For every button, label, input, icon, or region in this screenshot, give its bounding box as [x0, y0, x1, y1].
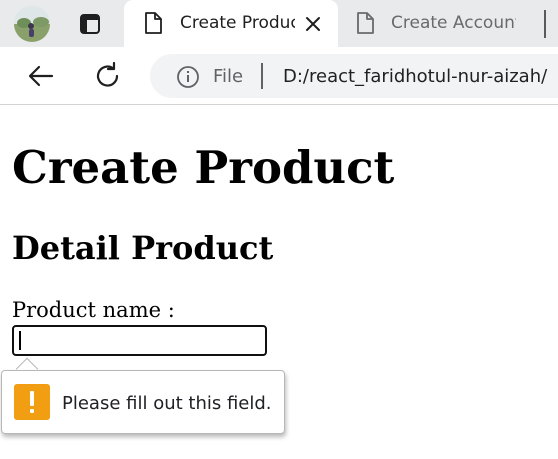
tab-create-product[interactable]: Create Product	[124, 0, 338, 47]
document-icon	[354, 11, 376, 35]
close-icon[interactable]	[302, 13, 324, 35]
tab-strip: Create Product Create Account	[0, 0, 558, 47]
info-icon[interactable]	[176, 65, 200, 89]
reload-icon	[96, 61, 119, 87]
profile-avatar[interactable]	[14, 6, 50, 42]
product-name-input[interactable]	[12, 325, 267, 356]
validation-message: Please fill out this field.	[62, 393, 272, 414]
tab-actions-icon[interactable]	[78, 12, 102, 36]
page-title: Create Product	[12, 141, 395, 194]
tab-title: Create Account	[391, 13, 516, 33]
back-arrow-icon	[28, 65, 54, 87]
back-button[interactable]	[26, 61, 56, 91]
security-label: File	[213, 66, 244, 87]
product-name-label: Product name :	[12, 298, 175, 322]
validation-tooltip: Please fill out this field.	[1, 370, 285, 434]
tab-title: Create Product	[180, 13, 295, 33]
section-title: Detail Product	[12, 229, 274, 267]
url-text[interactable]: D:/react_faridhotul-nur-aizah/	[283, 66, 547, 87]
reload-button[interactable]	[92, 60, 124, 92]
warning-icon	[14, 384, 50, 420]
tab-divider	[544, 10, 546, 38]
separator	[261, 63, 263, 89]
avatar-image	[14, 6, 50, 42]
address-bar[interactable]: File D:/react_faridhotul-nur-aizah/	[150, 54, 558, 98]
browser-toolbar: File D:/react_faridhotul-nur-aizah/	[0, 47, 558, 105]
document-icon	[142, 11, 164, 35]
tab-create-account[interactable]: Create Account	[338, 0, 558, 47]
text-caret	[19, 331, 21, 350]
